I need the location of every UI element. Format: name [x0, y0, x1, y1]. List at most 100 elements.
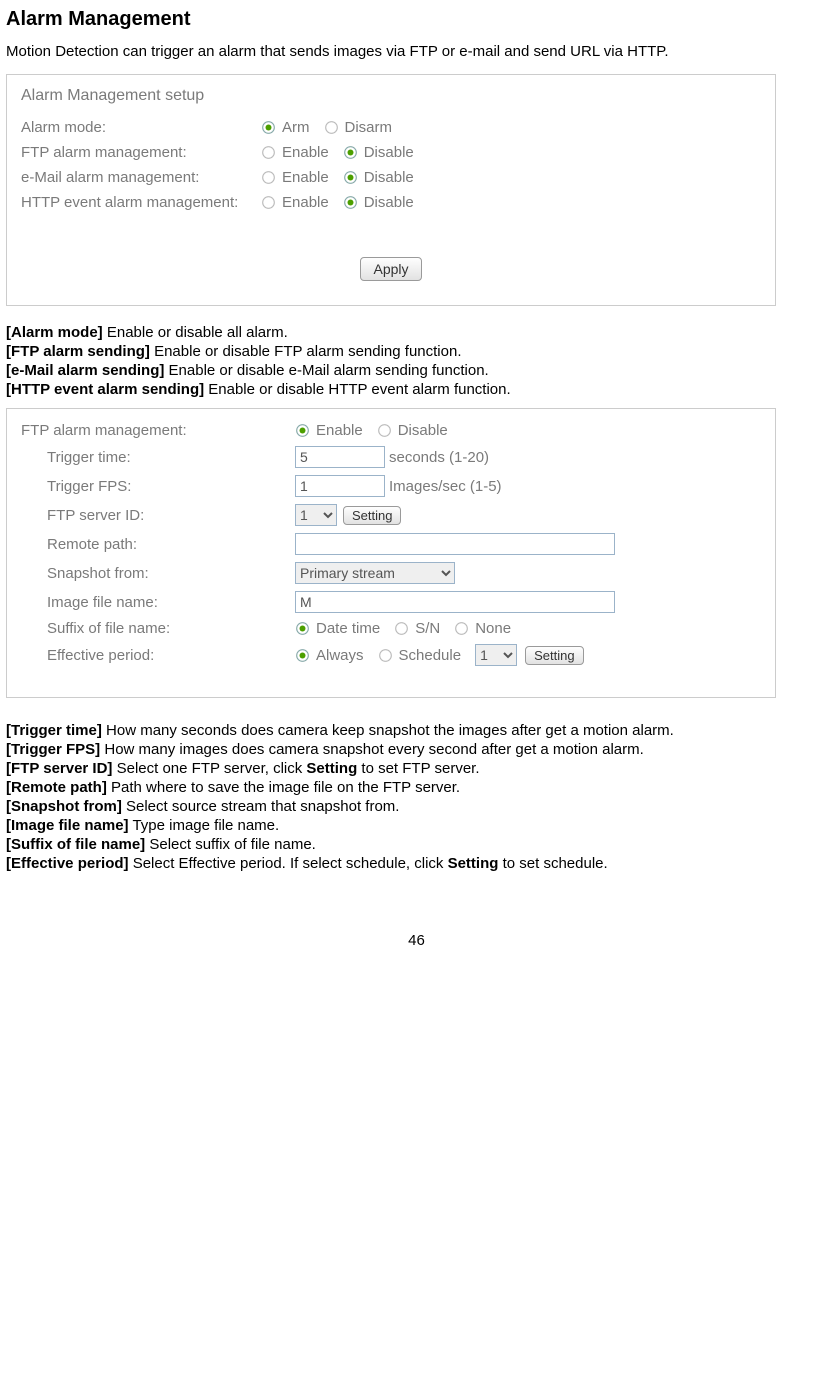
bold-setting-1: Setting: [306, 760, 357, 777]
radio-ftp-enable-label: Enable: [282, 144, 329, 161]
radio-email-disable[interactable]: Disable: [343, 169, 414, 186]
page-number: 46: [6, 932, 827, 949]
label-trigger-fps: Trigger FPS:: [21, 478, 295, 495]
apply-button[interactable]: Apply: [360, 257, 421, 281]
descriptions-2: [Trigger time] How many seconds does cam…: [6, 722, 827, 872]
row-http: HTTP event alarm management: Enable Disa…: [21, 194, 761, 211]
label-ftp-server: FTP server ID:: [21, 507, 295, 524]
radio-email-enable-label: Enable: [282, 169, 329, 186]
row-ftp-server: FTP server ID: 1 Setting: [21, 504, 761, 526]
after-ftp-server-id: to set FTP server.: [357, 760, 479, 777]
row-snapshot-from: Snapshot from: Primary stream: [21, 562, 761, 584]
radio-suffix-datetime[interactable]: Date time: [295, 620, 380, 637]
radio-suffix-none-label: None: [475, 620, 511, 637]
label-snapshot-from: Snapshot from:: [21, 565, 295, 582]
term-snapshot-from: [Snapshot from]: [6, 798, 122, 815]
term-email-sending: [e-Mail alarm sending]: [6, 362, 164, 379]
radio-suffix-sn[interactable]: S/N: [394, 620, 440, 637]
descriptions-1: [Alarm mode] Enable or disable all alarm…: [6, 324, 827, 398]
radio-effective-always[interactable]: Always: [295, 647, 364, 664]
radio-arm-label: Arm: [282, 119, 310, 136]
input-image-name[interactable]: [295, 591, 615, 613]
radio-http-disable-label: Disable: [364, 194, 414, 211]
radio-email-enable[interactable]: Enable: [261, 169, 329, 186]
text-ftp-server-id: Select one FTP server, click: [112, 760, 306, 777]
radio-ftp-disable-label: Disable: [364, 144, 414, 161]
page-heading: Alarm Management: [6, 8, 827, 31]
schedule-setting-button[interactable]: Setting: [525, 646, 583, 665]
radio-effective-schedule[interactable]: Schedule: [378, 647, 462, 664]
radio-suffix-datetime-label: Date time: [316, 620, 380, 637]
row-suffix: Suffix of file name: Date time S/N None: [21, 620, 761, 637]
text-remote-path: Path where to save the image file on the…: [107, 779, 460, 796]
text-email-sending: Enable or disable e-Mail alarm sending f…: [164, 362, 488, 379]
term-ftp-sending: [FTP alarm sending]: [6, 343, 150, 360]
radio-ftpmgmt-enable[interactable]: Enable: [295, 422, 363, 439]
radio-ftpmgmt-enable-label: Enable: [316, 422, 363, 439]
radio-http-enable-label: Enable: [282, 194, 329, 211]
row-image-name: Image file name:: [21, 591, 761, 613]
radio-effective-schedule-label: Schedule: [399, 647, 462, 664]
term-effective: [Effective period]: [6, 855, 129, 872]
row-email: e-Mail alarm management: Enable Disable: [21, 169, 761, 186]
label-remote-path: Remote path:: [21, 536, 295, 553]
row-remote-path: Remote path:: [21, 533, 761, 555]
label-image-name: Image file name:: [21, 594, 295, 611]
input-remote-path[interactable]: [295, 533, 615, 555]
term-alarm-mode: [Alarm mode]: [6, 324, 103, 341]
term-suffix: [Suffix of file name]: [6, 836, 145, 853]
text-suffix: Select suffix of file name.: [145, 836, 316, 853]
term-ftp-server-id: [FTP server ID]: [6, 760, 112, 777]
select-schedule[interactable]: 1: [475, 644, 517, 666]
radio-email-disable-label: Disable: [364, 169, 414, 186]
intro-text: Motion Detection can trigger an alarm th…: [6, 43, 827, 60]
ftp-server-setting-button[interactable]: Setting: [343, 506, 401, 525]
row-effective: Effective period: Always Schedule 1 Sett…: [21, 644, 761, 666]
row-trigger-fps: Trigger FPS: Images/sec (1-5): [21, 475, 761, 497]
text-http-sending: Enable or disable HTTP event alarm funct…: [204, 381, 511, 398]
radio-http-enable[interactable]: Enable: [261, 194, 329, 211]
suffix-trigger-time: seconds (1-20): [389, 449, 489, 466]
radio-suffix-sn-label: S/N: [415, 620, 440, 637]
input-trigger-time[interactable]: [295, 446, 385, 468]
select-ftp-server[interactable]: 1: [295, 504, 337, 526]
after-effective: to set schedule.: [498, 855, 607, 872]
input-trigger-fps[interactable]: [295, 475, 385, 497]
text-snapshot-from: Select source stream that snapshot from.: [122, 798, 400, 815]
label-http: HTTP event alarm management:: [21, 194, 261, 211]
label-ftp: FTP alarm management:: [21, 144, 261, 161]
alarm-setup-panel: Alarm Management setup Alarm mode: Arm D…: [6, 74, 776, 306]
text-image-file-name: Type image file name.: [129, 817, 280, 834]
label-ftp-mgmt: FTP alarm management:: [21, 422, 295, 439]
radio-arm[interactable]: Arm: [261, 119, 310, 136]
select-snapshot-from[interactable]: Primary stream: [295, 562, 455, 584]
text-trigger-time: How many seconds does camera keep snapsh…: [102, 722, 674, 739]
panel-title: Alarm Management setup: [21, 87, 761, 105]
label-email: e-Mail alarm management:: [21, 169, 261, 186]
label-trigger-time: Trigger time:: [21, 449, 295, 466]
row-ftp-mgmt: FTP alarm management: Enable Disable: [21, 422, 761, 439]
radio-disarm[interactable]: Disarm: [324, 119, 393, 136]
term-image-file-name: [Image file name]: [6, 817, 129, 834]
text-trigger-fps: How many images does camera snapshot eve…: [100, 741, 644, 758]
radio-disarm-label: Disarm: [345, 119, 393, 136]
term-http-sending: [HTTP event alarm sending]: [6, 381, 204, 398]
radio-http-disable[interactable]: Disable: [343, 194, 414, 211]
suffix-trigger-fps: Images/sec (1-5): [389, 478, 502, 495]
row-ftp: FTP alarm management: Enable Disable: [21, 144, 761, 161]
ftp-alarm-panel: FTP alarm management: Enable Disable Tri…: [6, 408, 776, 698]
radio-ftpmgmt-disable-label: Disable: [398, 422, 448, 439]
term-trigger-time: [Trigger time]: [6, 722, 102, 739]
text-effective: Select Effective period. If select sched…: [129, 855, 448, 872]
row-trigger-time: Trigger time: seconds (1-20): [21, 446, 761, 468]
label-alarm-mode: Alarm mode:: [21, 119, 261, 136]
radio-ftp-disable[interactable]: Disable: [343, 144, 414, 161]
term-trigger-fps: [Trigger FPS]: [6, 741, 100, 758]
label-suffix: Suffix of file name:: [21, 620, 295, 637]
radio-ftpmgmt-disable[interactable]: Disable: [377, 422, 448, 439]
row-alarm-mode: Alarm mode: Arm Disarm: [21, 119, 761, 136]
text-ftp-sending: Enable or disable FTP alarm sending func…: [150, 343, 462, 360]
radio-suffix-none[interactable]: None: [454, 620, 511, 637]
radio-ftp-enable[interactable]: Enable: [261, 144, 329, 161]
term-remote-path: [Remote path]: [6, 779, 107, 796]
